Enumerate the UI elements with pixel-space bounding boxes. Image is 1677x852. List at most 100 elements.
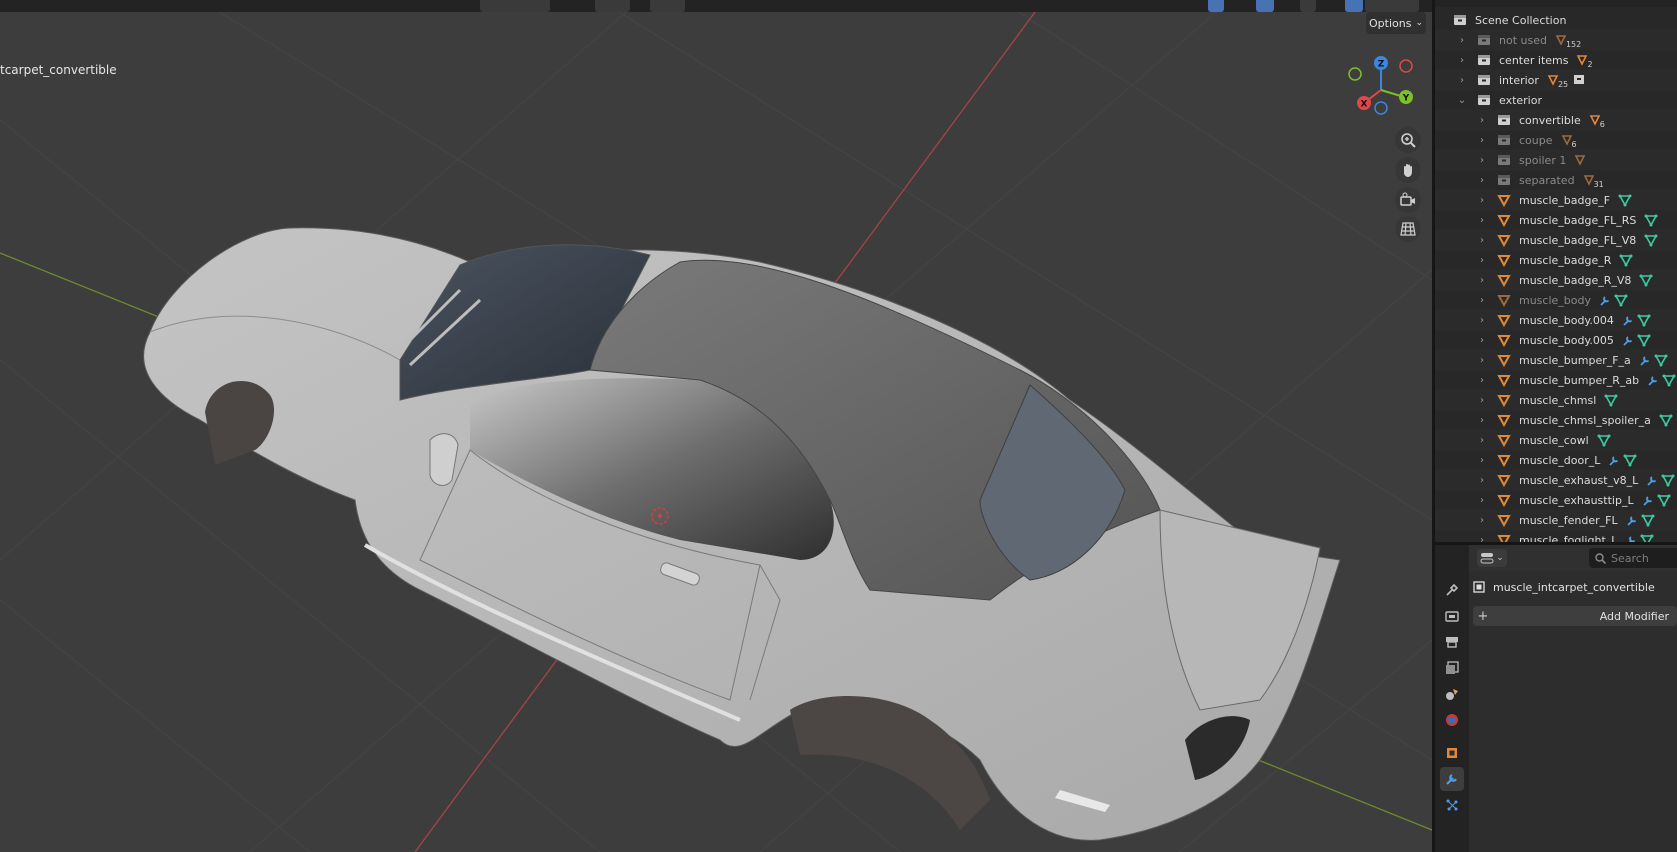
tab-output[interactable] [1440,630,1464,654]
outliner-object-row[interactable]: › muscle_cowl [1435,430,1677,450]
outliner-object-row[interactable]: › muscle_chmsl_spoiler_a [1435,410,1677,430]
3d-viewport[interactable]: tcarpet_convertible Options ⌄ Z Y X [0,0,1432,852]
outliner-scene-row[interactable]: Scene Collection [1435,10,1677,30]
outliner-item-label: muscle_chmsl_spoiler_a [1519,413,1651,427]
overlays-button[interactable] [1256,0,1274,12]
expand-chevron-icon[interactable]: › [1457,35,1467,46]
expand-chevron-icon[interactable]: › [1477,495,1487,506]
expand-chevron-icon[interactable]: › [1477,235,1487,246]
expand-chevron-icon[interactable]: › [1477,395,1487,406]
outliner-object-row[interactable]: › muscle_exhaust_v8_L [1435,470,1677,490]
neg-y-handle[interactable] [1348,67,1362,81]
expand-chevron-icon[interactable]: › [1477,215,1487,226]
outliner-item-label: muscle_foglight_L [1519,533,1618,543]
shading-modes[interactable] [1365,0,1419,12]
outliner-object-row[interactable]: › muscle_badge_FL_RS [1435,210,1677,230]
camera-view-button[interactable] [1395,187,1421,213]
outliner-object-row[interactable]: › muscle_exhausttip_L [1435,490,1677,510]
child-count: 31 [1593,179,1604,189]
tab-render[interactable] [1440,604,1464,628]
outliner-object-row[interactable]: › muscle_foglight_L [1435,530,1677,542]
mesh-data-icon [1640,534,1654,542]
expand-chevron-icon[interactable]: › [1477,115,1487,126]
outliner-object-row[interactable]: › muscle_bumper_R_ab [1435,370,1677,390]
outliner-object-row[interactable]: › muscle_fender_FL [1435,510,1677,530]
collapse-chevron-icon[interactable]: ⌄ [1457,95,1467,106]
zoom-button[interactable] [1395,127,1421,153]
transform-orientation-dropdown[interactable] [480,0,550,12]
snap-toggle[interactable] [595,0,630,12]
expand-chevron-icon[interactable]: › [1477,535,1487,543]
outliner-object-row[interactable]: › muscle_chmsl [1435,390,1677,410]
expand-chevron-icon[interactable]: › [1477,435,1487,446]
outliner-collection-row[interactable]: › convertible 6 [1435,110,1677,130]
mesh-object-icon [1497,235,1511,247]
collection-icon [1498,155,1510,165]
outliner-collection-row[interactable]: › separated 31 [1435,170,1677,190]
expand-chevron-icon[interactable]: › [1477,275,1487,286]
tab-object[interactable] [1440,741,1464,765]
outliner-object-row[interactable]: › muscle_door_L [1435,450,1677,470]
neg-z-handle[interactable] [1374,101,1388,115]
ortho-toggle-button[interactable] [1395,216,1421,242]
outliner-item-label: muscle_chmsl [1519,393,1597,407]
add-modifier-button[interactable]: + Add Modifier [1473,606,1677,626]
expand-chevron-icon[interactable]: › [1477,455,1487,466]
properties-search-field[interactable]: Search [1589,548,1677,568]
expand-chevron-icon[interactable]: › [1477,515,1487,526]
tab-scene[interactable] [1440,682,1464,706]
outliner-collection-row[interactable]: ⌄ exterior [1435,90,1677,110]
tab-world[interactable] [1440,708,1464,732]
collection-icon [1478,55,1490,65]
mesh-data-icon [1639,274,1653,287]
plus-icon: + [1477,608,1489,624]
tab-particles[interactable] [1440,793,1464,817]
outliner-object-row[interactable]: › muscle_badge_FL_V8 [1435,230,1677,250]
shading-solid-button[interactable] [1345,0,1363,12]
options-dropdown[interactable]: Options ⌄ [1366,12,1426,34]
outliner-collection-row[interactable]: › spoiler 1 [1435,150,1677,170]
outliner[interactable]: Scene Collection › not used 152 › center item… [1435,0,1677,542]
outliner-collection-row[interactable]: › not used 152 [1435,30,1677,50]
expand-chevron-icon[interactable]: › [1477,415,1487,426]
expand-chevron-icon[interactable]: › [1477,375,1487,386]
expand-chevron-icon[interactable]: › [1477,155,1487,166]
outliner-object-row[interactable]: › muscle_badge_F [1435,190,1677,210]
outliner-object-row[interactable]: › muscle_body.005 [1435,330,1677,350]
expand-chevron-icon[interactable]: › [1477,135,1487,146]
xray-toggle[interactable] [1300,0,1316,12]
expand-chevron-icon[interactable]: › [1457,75,1467,86]
outliner-collection-row[interactable]: › coupe 6 [1435,130,1677,150]
tab-tool[interactable] [1440,578,1464,602]
outliner-object-row[interactable]: › muscle_body.004 [1435,310,1677,330]
mesh-object-icon [1497,215,1511,227]
navigation-gizmo[interactable]: Z Y X [1340,50,1418,120]
row-data-icons: 31 [1583,174,1607,189]
expand-chevron-icon[interactable]: › [1477,295,1487,306]
row-data-icons [1625,533,1654,542]
outliner-collection-row[interactable]: › center items 2 [1435,50,1677,70]
car-model[interactable] [143,227,1341,841]
expand-chevron-icon[interactable]: › [1477,175,1487,186]
tab-view-layer[interactable] [1440,656,1464,680]
hand-icon [1404,164,1412,177]
neg-x-handle[interactable] [1399,59,1413,73]
expand-chevron-icon[interactable]: › [1477,255,1487,266]
proportional-edit-toggle[interactable] [650,0,685,12]
outliner-object-row[interactable]: › muscle_badge_R [1435,250,1677,270]
outliner-object-row[interactable]: › muscle_bumper_F_a [1435,350,1677,370]
pan-button[interactable] [1395,157,1421,183]
expand-chevron-icon[interactable]: › [1477,335,1487,346]
editor-type-dropdown[interactable]: ⌄ [1477,549,1507,567]
outliner-object-row[interactable]: › muscle_badge_R_V8 [1435,270,1677,290]
expand-chevron-icon[interactable]: › [1477,195,1487,206]
expand-chevron-icon[interactable]: › [1477,475,1487,486]
outliner-collection-row[interactable]: › interior 25 [1435,70,1677,90]
expand-chevron-icon[interactable]: › [1477,315,1487,326]
modifier-icon [1446,774,1457,785]
expand-chevron-icon[interactable]: › [1457,55,1467,66]
outliner-object-row[interactable]: › muscle_body [1435,290,1677,310]
expand-chevron-icon[interactable]: › [1477,355,1487,366]
viewport-visibility-button[interactable] [1208,0,1224,12]
tab-modifiers[interactable] [1440,767,1464,791]
